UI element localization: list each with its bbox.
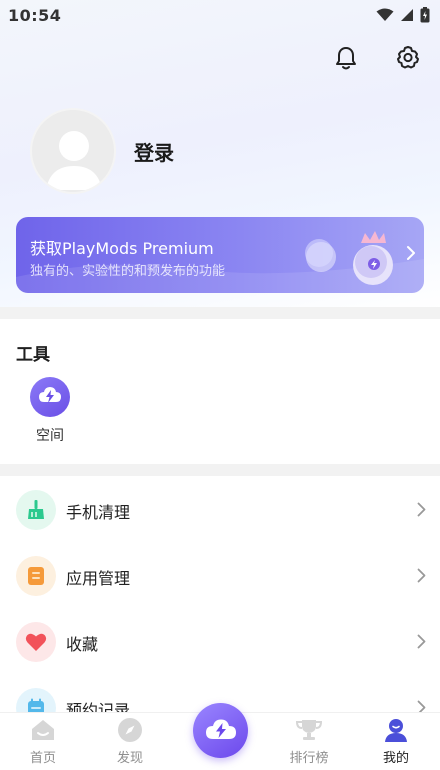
nav-center-space-button[interactable] bbox=[193, 703, 248, 758]
login-link[interactable]: 登录 bbox=[134, 137, 174, 166]
settings-button[interactable] bbox=[388, 40, 428, 76]
nav-item-mine[interactable]: 我的 bbox=[361, 717, 431, 766]
tools-heading: 工具 bbox=[16, 345, 50, 365]
compass-icon bbox=[118, 718, 142, 742]
bell-icon bbox=[336, 47, 356, 70]
nav-label: 发现 bbox=[116, 751, 143, 766]
menu-label: 手机清理 bbox=[66, 503, 131, 522]
chevron-right-icon bbox=[407, 246, 415, 260]
section-divider bbox=[0, 307, 440, 319]
menu-item-phone-clean[interactable]: 手机清理 bbox=[0, 477, 440, 543]
default-avatar-icon bbox=[46, 131, 102, 190]
signal-icon bbox=[401, 9, 413, 21]
tool-space-label: 空间 bbox=[36, 428, 64, 444]
broom-icon bbox=[16, 490, 56, 530]
status-icons bbox=[376, 7, 430, 23]
chevron-right-icon bbox=[417, 568, 426, 583]
nav-item-discover[interactable]: 发现 bbox=[95, 717, 165, 766]
app-manage-icon bbox=[16, 556, 56, 596]
nav-item-home[interactable]: 首页 bbox=[8, 717, 78, 766]
nav-label: 我的 bbox=[382, 751, 409, 766]
menu-label: 收藏 bbox=[66, 635, 99, 654]
status-time: 10:54 bbox=[8, 5, 62, 25]
avatar[interactable] bbox=[30, 108, 116, 194]
trophy-icon bbox=[295, 720, 323, 740]
profile-icon bbox=[385, 719, 407, 742]
menu-item-favorites[interactable]: 收藏 bbox=[0, 609, 440, 675]
chevron-right-icon bbox=[417, 502, 426, 517]
status-bar: 10:54 bbox=[0, 0, 440, 30]
battery-icon bbox=[420, 7, 430, 23]
premium-subtitle: 独有的、实验性的和预发布的功能 bbox=[30, 264, 226, 279]
nav-item-ranking[interactable]: 排行榜 bbox=[274, 717, 344, 766]
heart-icon bbox=[16, 622, 56, 662]
gear-icon bbox=[397, 46, 419, 69]
chevron-right-icon bbox=[417, 634, 426, 649]
tool-space[interactable]: 空间 bbox=[28, 377, 72, 445]
menu-item-app-manage[interactable]: 应用管理 bbox=[0, 543, 440, 609]
premium-mascot-icon bbox=[353, 231, 393, 285]
wifi-icon bbox=[376, 8, 394, 21]
nav-label: 首页 bbox=[29, 751, 56, 766]
premium-title: 获取PlayMods Premium bbox=[30, 239, 214, 258]
home-icon bbox=[32, 720, 54, 740]
cloud-bolt-icon bbox=[205, 719, 236, 739]
section-divider bbox=[0, 464, 440, 476]
top-actions bbox=[326, 40, 428, 76]
menu-label: 应用管理 bbox=[66, 569, 131, 588]
nav-label: 排行榜 bbox=[289, 751, 329, 766]
notification-button[interactable] bbox=[326, 40, 366, 76]
premium-banner[interactable]: 获取PlayMods Premium 独有的、实验性的和预发布的功能 bbox=[16, 217, 424, 293]
space-icon bbox=[30, 377, 70, 417]
